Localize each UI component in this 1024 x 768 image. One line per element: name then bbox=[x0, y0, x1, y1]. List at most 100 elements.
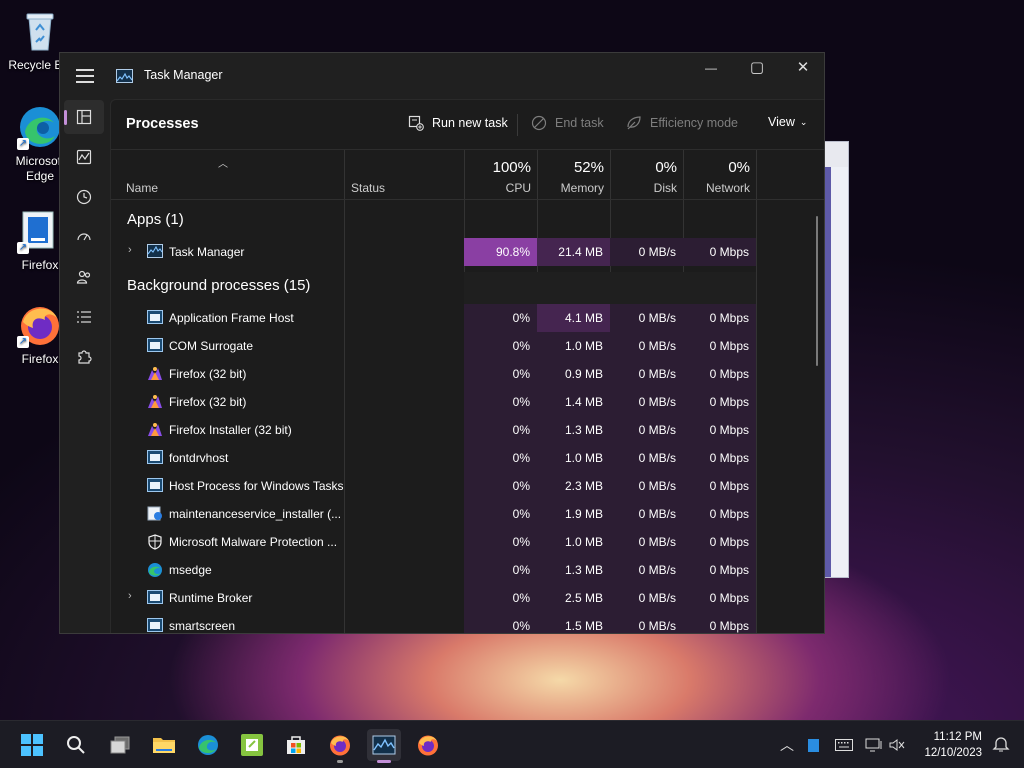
network-cell: 0 Mbps bbox=[683, 556, 756, 584]
run-new-task-button[interactable]: Run new task bbox=[408, 115, 508, 131]
table-row[interactable]: fontdrvhost 0% 1.0 MB 0 MB/s 0 Mbps bbox=[111, 444, 756, 472]
process-name: Firefox Installer (32 bit) bbox=[169, 423, 292, 437]
search-icon bbox=[67, 736, 85, 754]
process-name: Firefox (32 bit) bbox=[169, 367, 247, 381]
cpu-cell: 0% bbox=[464, 612, 537, 633]
process-name: fontdrvhost bbox=[169, 451, 229, 465]
disk-cell: 0 MB/s bbox=[610, 584, 683, 612]
table-row[interactable]: Application Frame Host 0% 4.1 MB 0 MB/s 0 Mb… bbox=[111, 304, 756, 332]
nav-services[interactable] bbox=[64, 340, 104, 374]
cpu-cell: 0% bbox=[464, 444, 537, 472]
clock[interactable]: 11:12 PM 12/10/2023 bbox=[924, 729, 982, 761]
nav-users[interactable] bbox=[64, 260, 104, 294]
network-cell: 0 Mbps bbox=[683, 584, 756, 612]
search-button[interactable] bbox=[59, 729, 93, 761]
disk-cell: 0 MB/s bbox=[610, 472, 683, 500]
table-row[interactable]: smartscreen 0% 1.5 MB 0 MB/s 0 Mbps bbox=[111, 612, 756, 633]
column-header-disk[interactable]: Disk bbox=[610, 181, 677, 195]
nav-details[interactable] bbox=[64, 300, 104, 334]
cpu-cell: 0% bbox=[464, 332, 537, 360]
firefox-installer-taskbar-button[interactable] bbox=[411, 729, 445, 761]
column-header-cpu[interactable]: CPU bbox=[464, 181, 531, 195]
nav-performance[interactable] bbox=[64, 140, 104, 174]
memory-total-percent[interactable]: 52% bbox=[537, 159, 604, 176]
process-name: Host Process for Windows Tasks bbox=[169, 479, 344, 493]
hamburger-menu-icon[interactable] bbox=[76, 69, 94, 83]
process-name: maintenanceservice_installer (... bbox=[169, 507, 342, 521]
firefox-taskbar-button[interactable] bbox=[323, 729, 357, 763]
shield-icon bbox=[147, 534, 163, 550]
nav-startup-apps[interactable] bbox=[64, 220, 104, 254]
table-row[interactable]: msedge 0% 1.3 MB 0 MB/s 0 Mbps bbox=[111, 556, 756, 584]
store-taskbar-button[interactable] bbox=[279, 729, 313, 761]
cpu-total-percent[interactable]: 100% bbox=[464, 159, 531, 176]
memory-cell: 1.5 MB bbox=[537, 612, 610, 633]
end-task-button[interactable]: End task bbox=[531, 115, 604, 131]
table-row[interactable]: COM Surrogate 0% 1.0 MB 0 MB/s 0 Mbps bbox=[111, 332, 756, 360]
task-view-button[interactable] bbox=[103, 729, 137, 761]
table-row[interactable]: Firefox Installer (32 bit) 0% 1.3 MB 0 MB/s… bbox=[111, 416, 756, 444]
network-cell: 0 Mbps bbox=[683, 472, 756, 500]
chevron-right-icon[interactable]: › bbox=[128, 244, 132, 256]
table-row[interactable]: maintenanceservice_installer (... 0% 1.9 M… bbox=[111, 500, 756, 528]
disk-cell: 0 MB/s bbox=[610, 500, 683, 528]
keyboard-icon[interactable] bbox=[835, 739, 853, 751]
notification-icon[interactable] bbox=[992, 735, 1010, 758]
network-cell: 0 Mbps bbox=[683, 612, 756, 633]
minimize-button[interactable]: — bbox=[688, 53, 734, 85]
notepad-taskbar-button[interactable] bbox=[235, 729, 269, 761]
start-button[interactable] bbox=[15, 729, 49, 761]
file-explorer-button[interactable] bbox=[147, 729, 181, 761]
disk-total-percent[interactable]: 0% bbox=[610, 159, 677, 176]
maximize-button[interactable]: ▢ bbox=[734, 53, 780, 85]
table-row[interactable]: › Runtime Broker 0% 2.5 MB 0 MB/s 0 Mbps bbox=[111, 584, 756, 612]
nav-processes[interactable] bbox=[64, 100, 104, 134]
title-bar[interactable]: Task Manager — ▢ ✕ bbox=[60, 53, 824, 99]
cpu-cell: 0% bbox=[464, 528, 537, 556]
network-cell: 0 Mbps bbox=[683, 388, 756, 416]
network-icon[interactable] bbox=[865, 738, 883, 752]
disk-cell: 0 MB/s bbox=[610, 556, 683, 584]
task-manager-taskbar-button[interactable] bbox=[367, 729, 401, 763]
sidebar-nav bbox=[60, 99, 110, 633]
memory-cell: 1.9 MB bbox=[537, 500, 610, 528]
active-indicator bbox=[377, 760, 391, 763]
tray-app-icon[interactable] bbox=[808, 738, 819, 752]
cpu-cell: 0% bbox=[464, 584, 537, 612]
network-cell: 0 Mbps bbox=[683, 528, 756, 556]
column-header-name[interactable]: Name bbox=[126, 181, 158, 195]
column-header-network[interactable]: Network bbox=[683, 181, 750, 195]
memory-cell: 1.0 MB bbox=[537, 444, 610, 472]
nav-app-history[interactable] bbox=[64, 180, 104, 214]
efficiency-mode-button[interactable]: Efficiency mode bbox=[626, 115, 738, 131]
disk-cell: 0 MB/s bbox=[610, 416, 683, 444]
window-icon bbox=[147, 310, 163, 325]
taskbar: ︿ 11:12 PM 12/10/2023 bbox=[0, 720, 1024, 768]
disk-cell: 0 MB/s bbox=[610, 304, 683, 332]
vertical-scrollbar[interactable] bbox=[816, 216, 818, 366]
view-dropdown[interactable]: View ⌄ bbox=[768, 115, 807, 129]
table-row[interactable]: Host Process for Windows Tasks 0% 2.3 MB 0 … bbox=[111, 472, 756, 500]
memory-cell: 1.0 MB bbox=[537, 528, 610, 556]
table-row[interactable]: Firefox (32 bit) 0% 0.9 MB 0 MB/s 0 Mbps bbox=[111, 360, 756, 388]
firefox-icon bbox=[418, 735, 438, 756]
chevron-up-icon[interactable]: ︿ bbox=[780, 735, 794, 755]
task-manager-window[interactable]: Task Manager — ▢ ✕ Processes Run new tas… bbox=[59, 52, 825, 634]
network-total-percent[interactable]: 0% bbox=[683, 159, 750, 176]
chevron-right-icon[interactable]: › bbox=[128, 590, 132, 602]
window-icon bbox=[147, 590, 163, 605]
shortcut-arrow-icon: ↗ bbox=[17, 242, 29, 254]
close-button[interactable]: ✕ bbox=[780, 53, 824, 85]
table-row[interactable]: Firefox (32 bit) 0% 1.4 MB 0 MB/s 0 Mbps bbox=[111, 388, 756, 416]
run-task-icon bbox=[408, 115, 424, 131]
table-row[interactable]: Microsoft Malware Protection ... 0% 1.0 MB… bbox=[111, 528, 756, 556]
app-row[interactable]: › Task Manager 90.8% 21.4 MB 0 MB/s 0 Mbps bbox=[111, 238, 756, 266]
group-header-apps: Apps (1) bbox=[127, 211, 184, 228]
column-header-status[interactable]: Status bbox=[351, 181, 385, 195]
speedometer-icon bbox=[77, 233, 91, 241]
group-header-heat-band bbox=[464, 272, 756, 304]
edge-taskbar-button[interactable] bbox=[191, 729, 225, 761]
edge-icon bbox=[147, 562, 163, 577]
column-header-memory[interactable]: Memory bbox=[537, 181, 604, 195]
volume-muted-icon[interactable] bbox=[889, 738, 905, 752]
